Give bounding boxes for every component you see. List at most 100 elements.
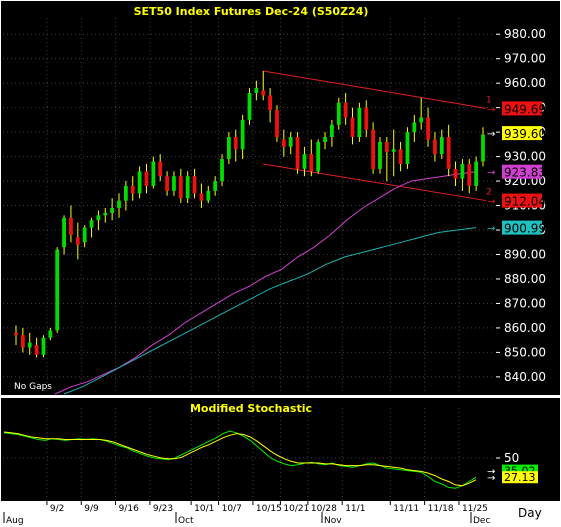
price-panel[interactable]: 12 SET50 Index Futures Dec-24 (S50Z24) N… xyxy=(1,1,496,395)
stochastic-axis-bg xyxy=(496,398,560,501)
candle-body xyxy=(227,137,231,160)
x-tick-label: 11/25 xyxy=(462,504,488,514)
x-tick-label: 11/1 xyxy=(345,504,365,514)
chart-window: 12 SET50 Index Futures Dec-24 (S50Z24) N… xyxy=(1,1,560,527)
price-axis: 980.00970.00960.00950.00940.00930.00920.… xyxy=(487,1,560,395)
candle-body xyxy=(20,335,25,348)
price-panel-bg xyxy=(1,1,496,395)
candle-body xyxy=(316,141,321,172)
y-tick-label: 960.00 xyxy=(504,76,546,90)
x-tick-label: 10/21 xyxy=(283,504,309,514)
month-label: Nov xyxy=(324,516,342,526)
price-tag-arrow: → xyxy=(487,104,495,115)
x-tick-label: 9/9 xyxy=(84,504,99,514)
candle-body xyxy=(391,149,396,152)
y-tick-label: 930.00 xyxy=(504,150,546,164)
candle-body xyxy=(364,107,369,130)
candle-body xyxy=(474,161,479,186)
candle-body xyxy=(14,332,18,336)
candle-body xyxy=(178,176,183,199)
candle-body xyxy=(419,117,424,123)
y-tick-label: 870.00 xyxy=(504,296,546,310)
y-tick-label: 880.00 xyxy=(504,272,546,286)
price-tag-label: 939.60 xyxy=(504,127,546,141)
candle-body xyxy=(220,159,224,182)
candle-body xyxy=(433,139,437,155)
candle-body xyxy=(405,132,410,164)
candle-body xyxy=(426,117,430,140)
candle-body xyxy=(185,176,190,199)
x-tick-label: 9/2 xyxy=(50,504,64,514)
candle-body xyxy=(398,149,403,164)
candle-body xyxy=(117,200,121,208)
x-tick-label: 10/7 xyxy=(222,504,242,514)
month-label: Dec xyxy=(473,516,490,526)
candle-body xyxy=(350,117,355,138)
candle-body xyxy=(151,161,156,186)
price-tag-arrow: → xyxy=(487,224,495,235)
candle-body xyxy=(254,88,259,93)
y-tick-label: 890.00 xyxy=(504,248,546,262)
y-tick-label: 840.00 xyxy=(504,370,546,384)
candle-body xyxy=(378,141,382,169)
month-label: Aug xyxy=(6,516,24,526)
y-tick-label: 50 xyxy=(504,451,519,465)
y-tick-label: 980.00 xyxy=(504,27,546,41)
candle-body xyxy=(41,337,46,355)
candle-body xyxy=(75,237,80,245)
candle-body xyxy=(233,137,238,150)
candle-body xyxy=(103,212,108,216)
candle-body xyxy=(268,95,272,111)
x-tick-label: 9/23 xyxy=(153,504,173,514)
candle-body xyxy=(89,220,94,228)
candle-body xyxy=(48,330,53,338)
candle-body xyxy=(34,345,39,355)
candle-body xyxy=(295,137,300,169)
candle-body xyxy=(82,227,87,243)
date-axis: Day 9/2 9/9 9/16 9/23 10/1 10/7 10/15 10/21 10/2… xyxy=(1,501,560,527)
x-tick-label: 9/16 xyxy=(119,504,139,514)
candle-body xyxy=(275,110,279,138)
x-tick-label: 10/15 xyxy=(256,504,282,514)
candle-body xyxy=(172,176,176,191)
candle-body xyxy=(439,137,444,155)
candle-body xyxy=(69,217,73,235)
candle-body xyxy=(123,185,128,201)
candle-body xyxy=(330,124,334,138)
chart-title: SET50 Index Futures Dec-24 (S50Z24) xyxy=(134,5,369,18)
price-tag-label: 923.83 xyxy=(504,166,546,180)
candle-body xyxy=(309,154,314,172)
candle-body xyxy=(481,134,485,162)
y-tick-label: 970.00 xyxy=(504,52,546,66)
stochastic-title: Modified Stochastic xyxy=(190,402,312,415)
x-tick-label: 10/28 xyxy=(311,504,337,514)
candle-body xyxy=(137,171,142,194)
candle-body xyxy=(213,181,218,191)
price-tag-arrow: → xyxy=(487,129,495,140)
candle-body xyxy=(240,119,245,150)
no-gaps-label: No Gaps xyxy=(14,382,52,392)
x-tick-label: 11/18 xyxy=(428,504,454,514)
candle-body xyxy=(158,161,163,177)
price-tag-arrow: → xyxy=(487,197,495,208)
y-tick-label: 850.00 xyxy=(504,345,546,359)
price-tag-label: 27.13 xyxy=(504,471,536,484)
x-tick-label: 11/11 xyxy=(393,504,419,514)
y-tick-label: 860.00 xyxy=(504,321,546,335)
candle-body xyxy=(261,90,266,96)
stochastic-axis: 50→ 35.02→ 27.13 xyxy=(487,398,560,501)
candle-body xyxy=(357,107,362,138)
candle-body xyxy=(460,163,465,179)
candle-body xyxy=(27,342,32,348)
stochastic-panel[interactable]: Modified Stochastic xyxy=(1,398,496,501)
candle-body xyxy=(110,208,115,213)
candle-body xyxy=(281,139,286,147)
candle-body xyxy=(165,176,169,191)
candle-body xyxy=(384,141,389,152)
candle-body xyxy=(467,163,472,186)
month-label: Oct xyxy=(178,516,194,526)
price-tag-label: 949.69 xyxy=(504,102,546,116)
candle-body xyxy=(206,190,211,201)
price-tag-label: 912.04 xyxy=(504,195,546,209)
candle-body xyxy=(55,249,60,331)
